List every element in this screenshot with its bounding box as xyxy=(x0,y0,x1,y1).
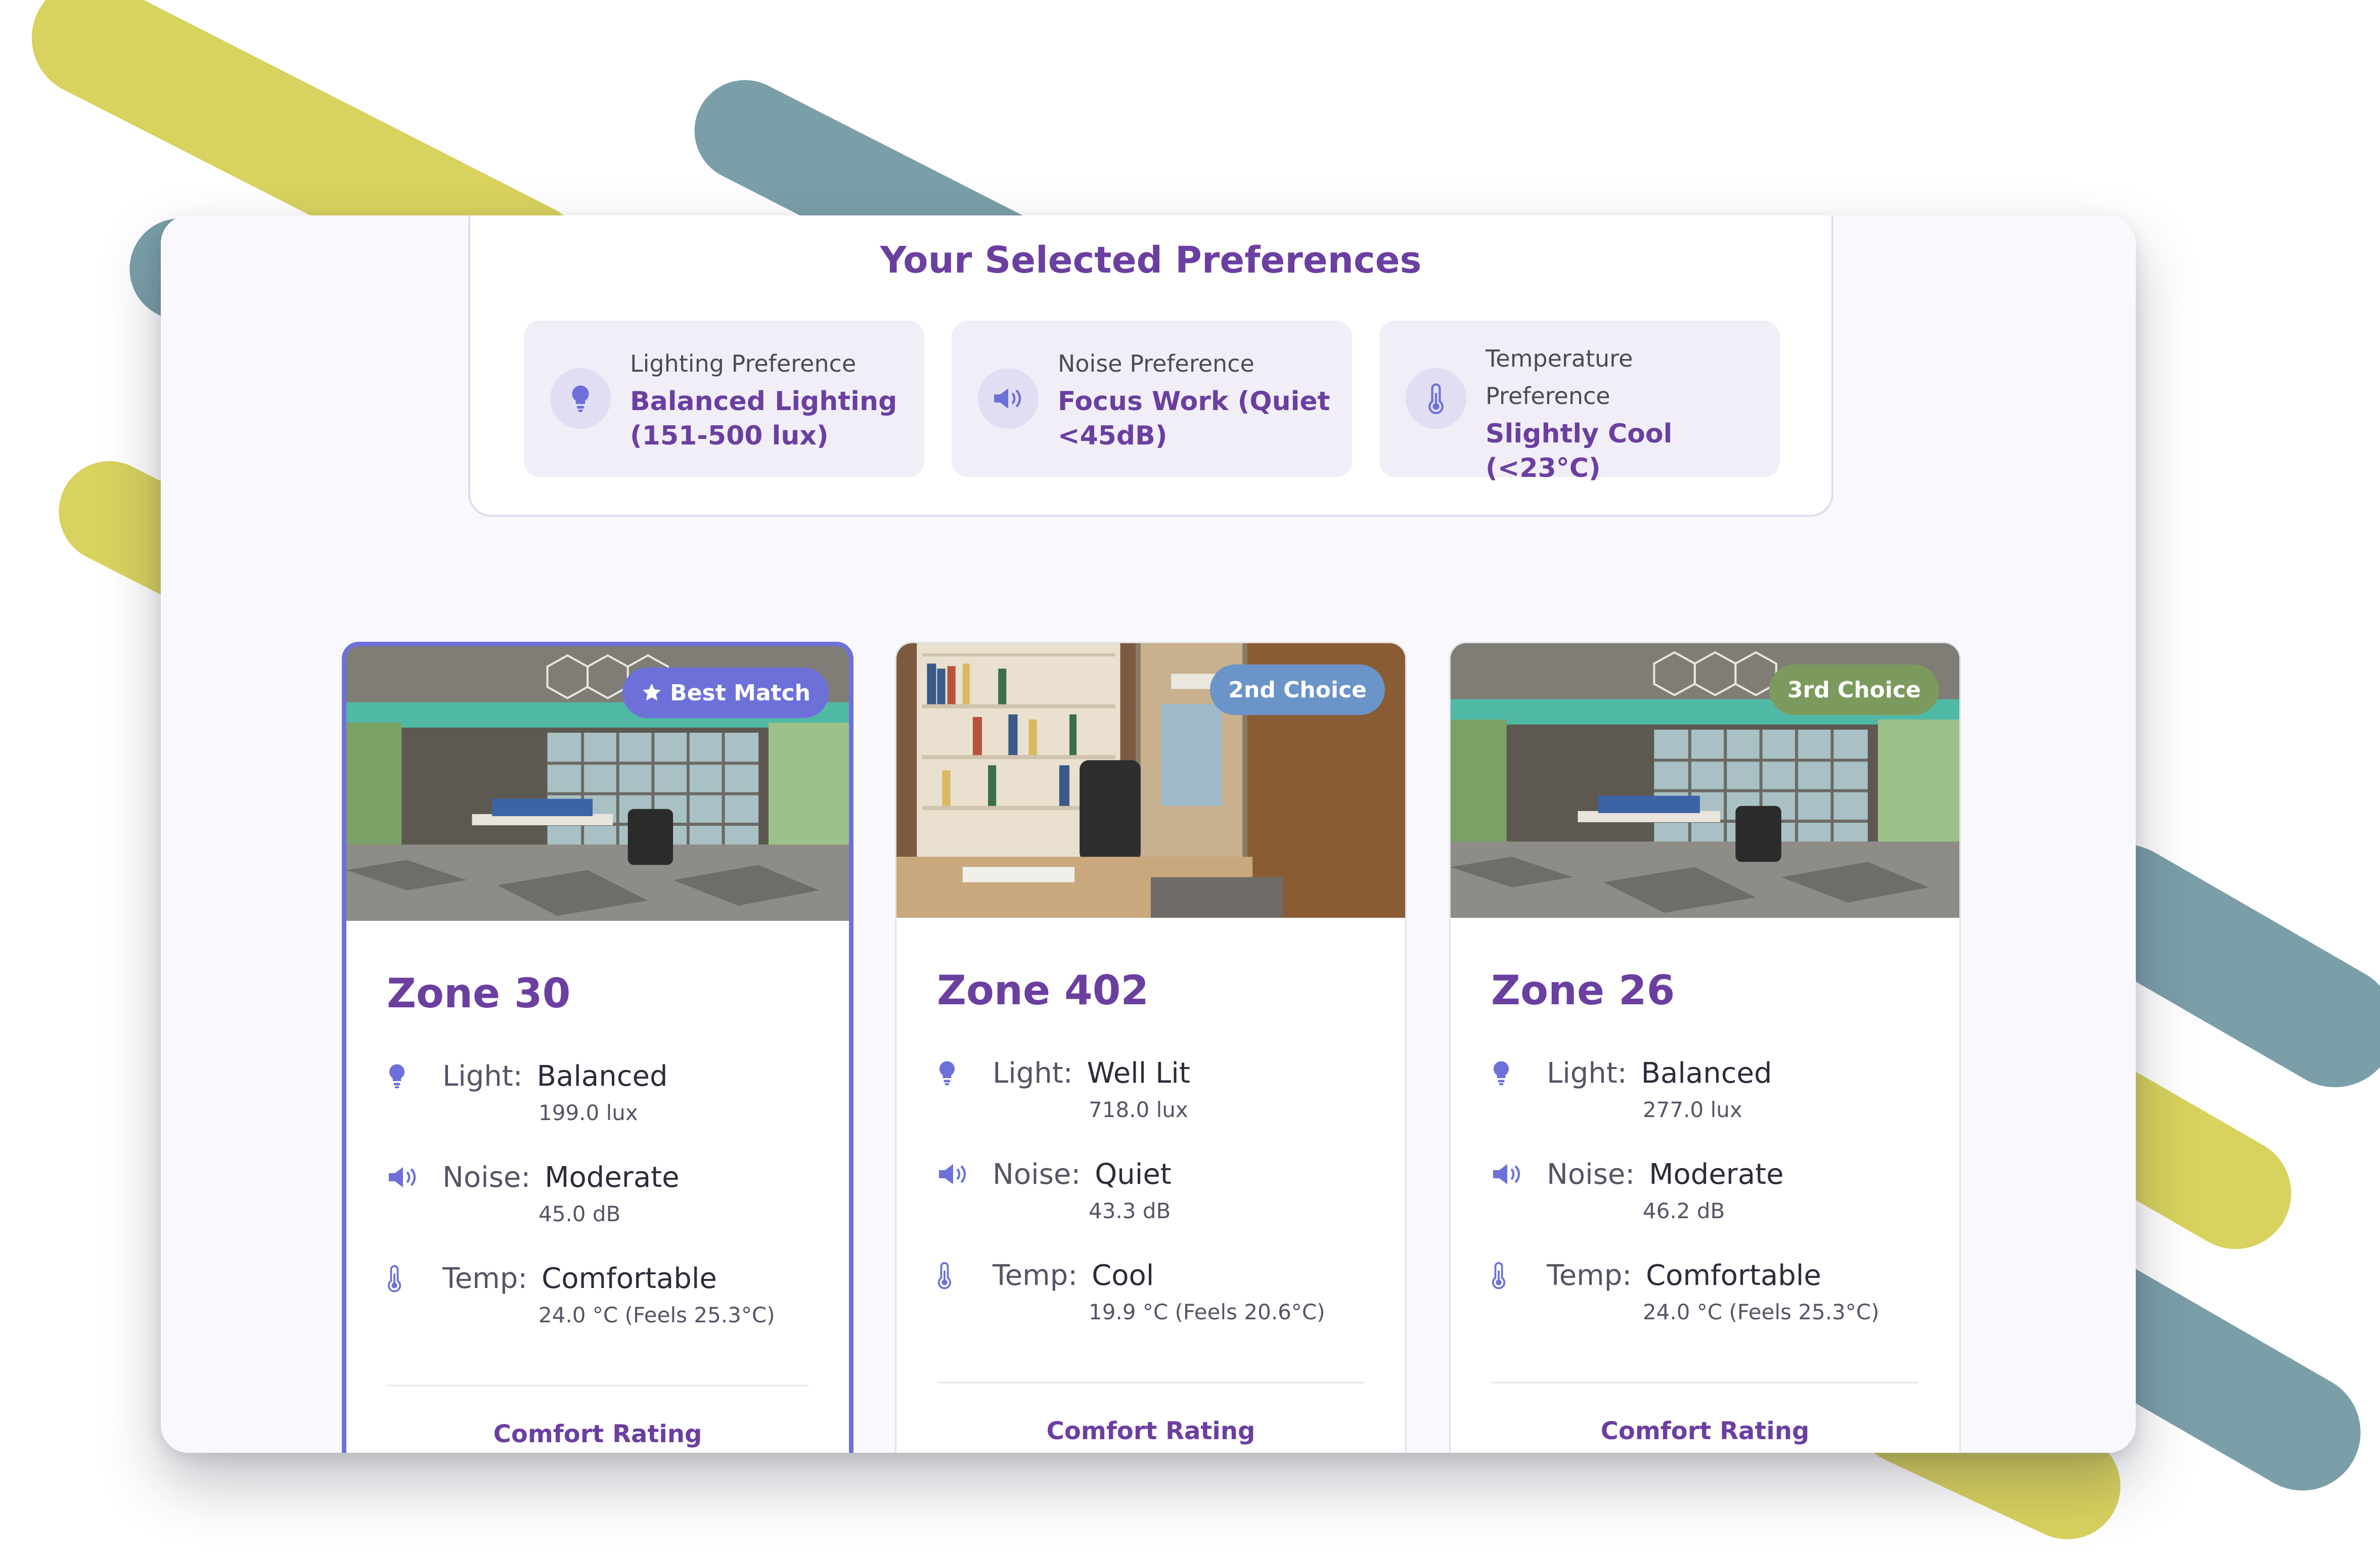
pref-value: Slightly Cool (<23°C) xyxy=(1486,419,1673,483)
zone-photo: Best Match xyxy=(346,646,849,921)
metric-level: Comfortable xyxy=(542,1262,717,1295)
bulb-icon xyxy=(1491,1055,1526,1091)
selected-preferences-card: Your Selected Preferences Lighting Prefe… xyxy=(468,215,1833,517)
comfort-rating-label: Comfort Rating xyxy=(493,1420,702,1448)
thermometer-icon xyxy=(937,1258,972,1293)
metric-level: Balanced xyxy=(1641,1056,1772,1090)
divider xyxy=(387,1385,809,1387)
metric-label: Light: xyxy=(442,1059,523,1093)
metric-label: Temp: xyxy=(1547,1259,1632,1292)
pref-label: Noise Preference xyxy=(1058,350,1254,377)
metric-label: Light: xyxy=(993,1056,1073,1090)
zone-photo: 2nd Choice xyxy=(896,643,1405,918)
comfort-rating-label: Comfort Rating xyxy=(1046,1417,1255,1445)
main-panel: Your Selected Preferences Lighting Prefe… xyxy=(161,215,2136,1453)
preferences-title: Your Selected Preferences xyxy=(880,239,1422,281)
zone-photo: 3rd Choice xyxy=(1451,643,1959,918)
metric-value: 718.0 lux xyxy=(1089,1097,1188,1122)
noise-metric: Noise: Quiet 43.3 dB xyxy=(937,1154,1372,1223)
pref-value: Focus Work (Quiet <45dB) xyxy=(1058,386,1330,451)
bulb-icon xyxy=(937,1055,972,1091)
metric-label: Temp: xyxy=(993,1259,1078,1292)
metric-level: Moderate xyxy=(1649,1158,1784,1191)
second-choice-badge: 2nd Choice xyxy=(1210,664,1385,715)
zone-card[interactable]: Best Match Zone 30 Light: Balanced 199.0… xyxy=(342,642,854,1453)
noise-metric: Noise: Moderate 45.0 dB xyxy=(387,1157,822,1226)
star-icon xyxy=(641,682,663,704)
zone-name: Zone 26 xyxy=(1491,967,1675,1014)
metric-value: 24.0 °C (Feels 25.3°C) xyxy=(1643,1300,1879,1324)
metric-label: Temp: xyxy=(442,1262,528,1295)
pref-value: Balanced Lighting (151-500 lux) xyxy=(630,386,897,451)
zone-name: Zone 402 xyxy=(937,967,1149,1014)
divider xyxy=(937,1382,1365,1384)
metric-level: Balanced xyxy=(536,1059,668,1093)
badge-label: 3rd Choice xyxy=(1787,677,1921,703)
temp-metric: Temp: Comfortable 24.0 °C (Feels 25.3°C) xyxy=(387,1258,822,1327)
metric-value: 199.0 lux xyxy=(538,1100,638,1125)
light-metric: Light: Balanced 277.0 lux xyxy=(1491,1053,1926,1122)
metric-value: 19.9 °C (Feels 20.6°C) xyxy=(1089,1300,1325,1324)
metric-level: Quiet xyxy=(1095,1158,1172,1191)
thermometer-icon xyxy=(1406,368,1466,429)
speaker-icon xyxy=(937,1156,972,1192)
metric-label: Noise: xyxy=(993,1158,1081,1191)
metric-value: 24.0 °C (Feels 25.3°C) xyxy=(538,1303,775,1327)
metric-level: Moderate xyxy=(545,1161,680,1194)
pref-label: Temperature Preference xyxy=(1486,345,1633,410)
metric-level: Well Lit xyxy=(1087,1056,1190,1090)
metric-value: 277.0 lux xyxy=(1643,1097,1742,1122)
bulb-icon xyxy=(387,1058,422,1094)
badge-label: Best Match xyxy=(670,680,811,706)
divider xyxy=(1491,1382,1919,1384)
pref-label: Lighting Preference xyxy=(630,350,857,377)
speaker-icon xyxy=(978,368,1039,429)
metric-level: Cool xyxy=(1092,1259,1154,1292)
lighting-preference-card: Lighting Preference Balanced Lighting (1… xyxy=(524,321,924,477)
light-metric: Light: Balanced 199.0 lux xyxy=(387,1056,822,1125)
third-choice-badge: 3rd Choice xyxy=(1769,664,1939,715)
bulb-icon xyxy=(550,368,611,429)
thermometer-icon xyxy=(387,1261,422,1296)
comfort-rating-label: Comfort Rating xyxy=(1600,1417,1810,1445)
metric-label: Noise: xyxy=(1547,1158,1635,1191)
noise-metric: Noise: Moderate 46.2 dB xyxy=(1491,1154,1926,1223)
badge-label: 2nd Choice xyxy=(1228,677,1367,703)
zone-name: Zone 30 xyxy=(387,970,571,1017)
metric-value: 45.0 dB xyxy=(538,1202,621,1226)
thermometer-icon xyxy=(1491,1258,1526,1293)
light-metric: Light: Well Lit 718.0 lux xyxy=(937,1053,1372,1122)
metric-value: 43.3 dB xyxy=(1089,1198,1171,1223)
temp-metric: Temp: Comfortable 24.0 °C (Feels 25.3°C) xyxy=(1491,1255,1926,1324)
speaker-icon xyxy=(387,1160,422,1195)
zone-card[interactable]: 2nd Choice Zone 402 Light: Well Lit 718.… xyxy=(895,642,1407,1453)
zone-card[interactable]: 3rd Choice Zone 26 Light: Balanced 277.0… xyxy=(1449,642,1961,1453)
metric-value: 46.2 dB xyxy=(1643,1198,1725,1223)
noise-preference-card: Noise Preference Focus Work (Quiet <45dB… xyxy=(952,321,1352,477)
speaker-icon xyxy=(1491,1156,1526,1192)
temperature-preference-card: Temperature Preference Slightly Cool (<2… xyxy=(1379,321,1780,483)
metric-label: Light: xyxy=(1547,1056,1627,1090)
best-match-badge: Best Match xyxy=(622,668,829,718)
metric-label: Noise: xyxy=(442,1161,531,1194)
metric-level: Comfortable xyxy=(1646,1259,1821,1292)
temp-metric: Temp: Cool 19.9 °C (Feels 20.6°C) xyxy=(937,1255,1372,1324)
